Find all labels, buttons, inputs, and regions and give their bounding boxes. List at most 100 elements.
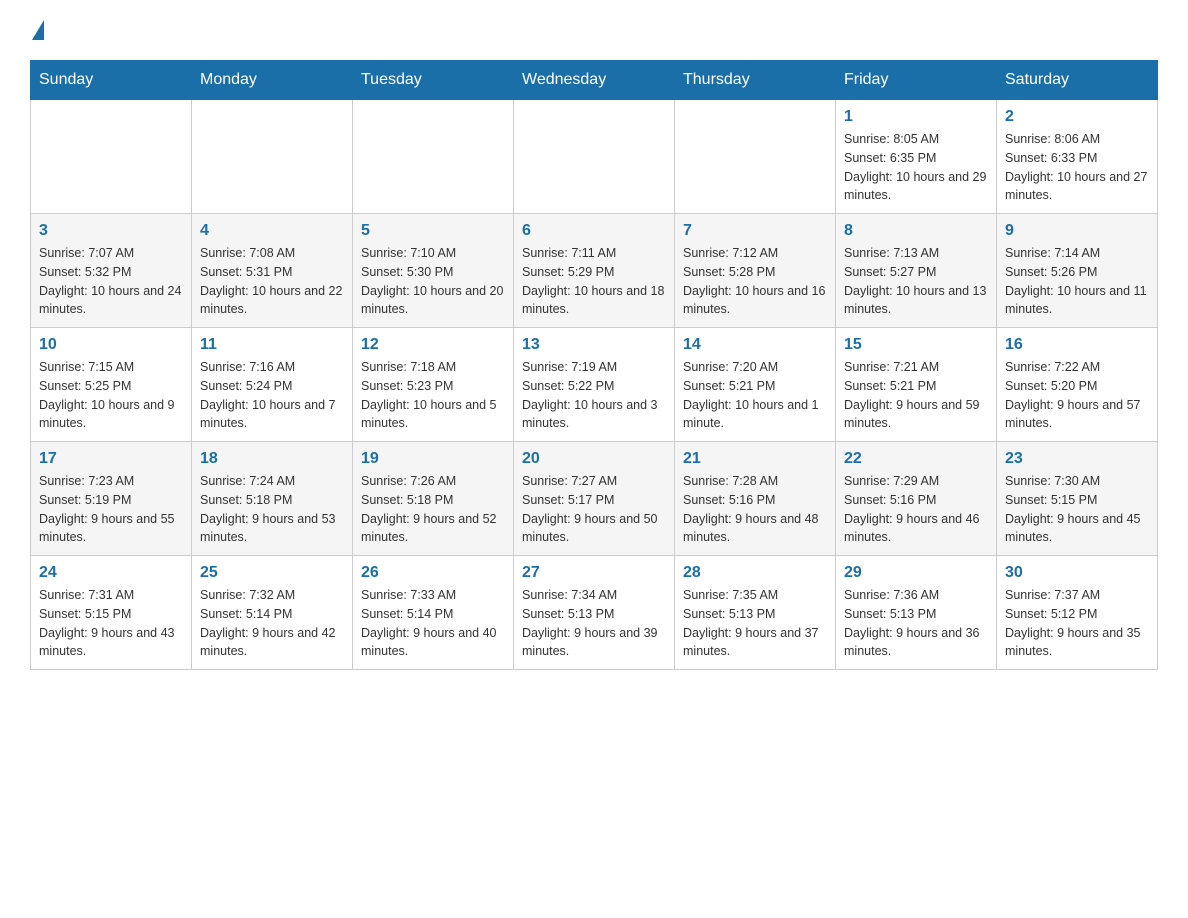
day-info: Sunrise: 7:24 AM Sunset: 5:18 PM Dayligh… [200, 472, 344, 547]
day-info: Sunrise: 7:37 AM Sunset: 5:12 PM Dayligh… [1005, 586, 1149, 661]
day-number: 11 [200, 336, 344, 354]
day-info: Sunrise: 7:21 AM Sunset: 5:21 PM Dayligh… [844, 358, 988, 433]
calendar-day-cell [514, 100, 675, 214]
calendar-table: SundayMondayTuesdayWednesdayThursdayFrid… [30, 60, 1158, 670]
day-info: Sunrise: 7:07 AM Sunset: 5:32 PM Dayligh… [39, 244, 183, 319]
day-number: 19 [361, 450, 505, 468]
day-info: Sunrise: 7:26 AM Sunset: 5:18 PM Dayligh… [361, 472, 505, 547]
day-info: Sunrise: 7:32 AM Sunset: 5:14 PM Dayligh… [200, 586, 344, 661]
day-number: 25 [200, 564, 344, 582]
day-number: 14 [683, 336, 827, 354]
day-number: 22 [844, 450, 988, 468]
day-number: 27 [522, 564, 666, 582]
logo [30, 20, 46, 40]
calendar-day-cell: 19 Sunrise: 7:26 AM Sunset: 5:18 PM Dayli… [353, 442, 514, 556]
day-info: Sunrise: 7:22 AM Sunset: 5:20 PM Dayligh… [1005, 358, 1149, 433]
day-info: Sunrise: 7:35 AM Sunset: 5:13 PM Dayligh… [683, 586, 827, 661]
day-info: Sunrise: 8:06 AM Sunset: 6:33 PM Dayligh… [1005, 130, 1149, 205]
calendar-day-cell: 17 Sunrise: 7:23 AM Sunset: 5:19 PM Dayli… [31, 442, 192, 556]
day-info: Sunrise: 7:19 AM Sunset: 5:22 PM Dayligh… [522, 358, 666, 433]
calendar-day-cell: 21 Sunrise: 7:28 AM Sunset: 5:16 PM Dayli… [675, 442, 836, 556]
day-info: Sunrise: 7:10 AM Sunset: 5:30 PM Dayligh… [361, 244, 505, 319]
day-info: Sunrise: 7:20 AM Sunset: 5:21 PM Dayligh… [683, 358, 827, 433]
calendar-day-cell: 1 Sunrise: 8:05 AM Sunset: 6:35 PM Daylig… [836, 100, 997, 214]
weekday-header-sunday: Sunday [31, 61, 192, 100]
day-info: Sunrise: 7:16 AM Sunset: 5:24 PM Dayligh… [200, 358, 344, 433]
day-info: Sunrise: 7:15 AM Sunset: 5:25 PM Dayligh… [39, 358, 183, 433]
page-header [30, 20, 1158, 40]
weekday-header-saturday: Saturday [997, 61, 1158, 100]
calendar-day-cell: 27 Sunrise: 7:34 AM Sunset: 5:13 PM Dayli… [514, 556, 675, 670]
calendar-week-row: 10 Sunrise: 7:15 AM Sunset: 5:25 PM Dayli… [31, 328, 1158, 442]
day-number: 4 [200, 222, 344, 240]
day-number: 15 [844, 336, 988, 354]
calendar-day-cell: 5 Sunrise: 7:10 AM Sunset: 5:30 PM Daylig… [353, 214, 514, 328]
day-info: Sunrise: 7:14 AM Sunset: 5:26 PM Dayligh… [1005, 244, 1149, 319]
calendar-day-cell: 30 Sunrise: 7:37 AM Sunset: 5:12 PM Dayli… [997, 556, 1158, 670]
weekday-header-friday: Friday [836, 61, 997, 100]
calendar-day-cell: 6 Sunrise: 7:11 AM Sunset: 5:29 PM Daylig… [514, 214, 675, 328]
day-info: Sunrise: 7:29 AM Sunset: 5:16 PM Dayligh… [844, 472, 988, 547]
calendar-day-cell: 22 Sunrise: 7:29 AM Sunset: 5:16 PM Dayli… [836, 442, 997, 556]
day-number: 28 [683, 564, 827, 582]
calendar-day-cell: 23 Sunrise: 7:30 AM Sunset: 5:15 PM Dayli… [997, 442, 1158, 556]
calendar-day-cell [31, 100, 192, 214]
day-info: Sunrise: 7:31 AM Sunset: 5:15 PM Dayligh… [39, 586, 183, 661]
calendar-day-cell: 29Sunrise: 7:36 AM Sunset: 5:13 PM Dayli… [836, 556, 997, 670]
day-number: 7 [683, 222, 827, 240]
day-number: 10 [39, 336, 183, 354]
day-number: 5 [361, 222, 505, 240]
day-info: Sunrise: 7:36 AM Sunset: 5:13 PM Dayligh… [844, 586, 988, 661]
day-info: Sunrise: 7:13 AM Sunset: 5:27 PM Dayligh… [844, 244, 988, 319]
calendar-week-row: 24 Sunrise: 7:31 AM Sunset: 5:15 PM Dayli… [31, 556, 1158, 670]
day-info: Sunrise: 7:27 AM Sunset: 5:17 PM Dayligh… [522, 472, 666, 547]
calendar-week-row: 17 Sunrise: 7:23 AM Sunset: 5:19 PM Dayli… [31, 442, 1158, 556]
calendar-day-cell: 9 Sunrise: 7:14 AM Sunset: 5:26 PM Daylig… [997, 214, 1158, 328]
calendar-day-cell: 2 Sunrise: 8:06 AM Sunset: 6:33 PM Daylig… [997, 100, 1158, 214]
day-number: 13 [522, 336, 666, 354]
day-info: Sunrise: 7:23 AM Sunset: 5:19 PM Dayligh… [39, 472, 183, 547]
calendar-day-cell: 24 Sunrise: 7:31 AM Sunset: 5:15 PM Dayli… [31, 556, 192, 670]
day-info: Sunrise: 7:34 AM Sunset: 5:13 PM Dayligh… [522, 586, 666, 661]
day-number: 16 [1005, 336, 1149, 354]
weekday-header-wednesday: Wednesday [514, 61, 675, 100]
day-number: 17 [39, 450, 183, 468]
calendar-day-cell [192, 100, 353, 214]
day-info: Sunrise: 7:28 AM Sunset: 5:16 PM Dayligh… [683, 472, 827, 547]
day-number: 20 [522, 450, 666, 468]
day-info: Sunrise: 7:08 AM Sunset: 5:31 PM Dayligh… [200, 244, 344, 319]
day-number: 1 [844, 108, 988, 126]
calendar-day-cell [675, 100, 836, 214]
calendar-week-row: 1 Sunrise: 8:05 AM Sunset: 6:35 PM Daylig… [31, 100, 1158, 214]
day-number: 18 [200, 450, 344, 468]
day-info: Sunrise: 7:30 AM Sunset: 5:15 PM Dayligh… [1005, 472, 1149, 547]
day-info: Sunrise: 7:18 AM Sunset: 5:23 PM Dayligh… [361, 358, 505, 433]
calendar-day-cell: 4 Sunrise: 7:08 AM Sunset: 5:31 PM Daylig… [192, 214, 353, 328]
weekday-header-row: SundayMondayTuesdayWednesdayThursdayFrid… [31, 61, 1158, 100]
weekday-header-monday: Monday [192, 61, 353, 100]
day-number: 30 [1005, 564, 1149, 582]
calendar-day-cell: 18 Sunrise: 7:24 AM Sunset: 5:18 PM Dayli… [192, 442, 353, 556]
calendar-day-cell: 10 Sunrise: 7:15 AM Sunset: 5:25 PM Dayli… [31, 328, 192, 442]
calendar-day-cell: 12Sunrise: 7:18 AM Sunset: 5:23 PM Dayli… [353, 328, 514, 442]
calendar-day-cell: 15 Sunrise: 7:21 AM Sunset: 5:21 PM Dayli… [836, 328, 997, 442]
calendar-day-cell: 13 Sunrise: 7:19 AM Sunset: 5:22 PM Dayli… [514, 328, 675, 442]
calendar-day-cell: 11 Sunrise: 7:16 AM Sunset: 5:24 PM Dayli… [192, 328, 353, 442]
day-number: 23 [1005, 450, 1149, 468]
calendar-day-cell: 26Sunrise: 7:33 AM Sunset: 5:14 PM Dayli… [353, 556, 514, 670]
day-info: Sunrise: 8:05 AM Sunset: 6:35 PM Dayligh… [844, 130, 988, 205]
calendar-day-cell: 20 Sunrise: 7:27 AM Sunset: 5:17 PM Dayli… [514, 442, 675, 556]
day-info: Sunrise: 7:11 AM Sunset: 5:29 PM Dayligh… [522, 244, 666, 319]
day-number: 24 [39, 564, 183, 582]
day-number: 6 [522, 222, 666, 240]
calendar-week-row: 3Sunrise: 7:07 AM Sunset: 5:32 PM Daylig… [31, 214, 1158, 328]
calendar-day-cell: 3Sunrise: 7:07 AM Sunset: 5:32 PM Daylig… [31, 214, 192, 328]
day-number: 21 [683, 450, 827, 468]
logo-triangle-icon [32, 20, 44, 40]
weekday-header-tuesday: Tuesday [353, 61, 514, 100]
weekday-header-thursday: Thursday [675, 61, 836, 100]
day-number: 2 [1005, 108, 1149, 126]
day-info: Sunrise: 7:33 AM Sunset: 5:14 PM Dayligh… [361, 586, 505, 661]
day-number: 9 [1005, 222, 1149, 240]
day-info: Sunrise: 7:12 AM Sunset: 5:28 PM Dayligh… [683, 244, 827, 319]
